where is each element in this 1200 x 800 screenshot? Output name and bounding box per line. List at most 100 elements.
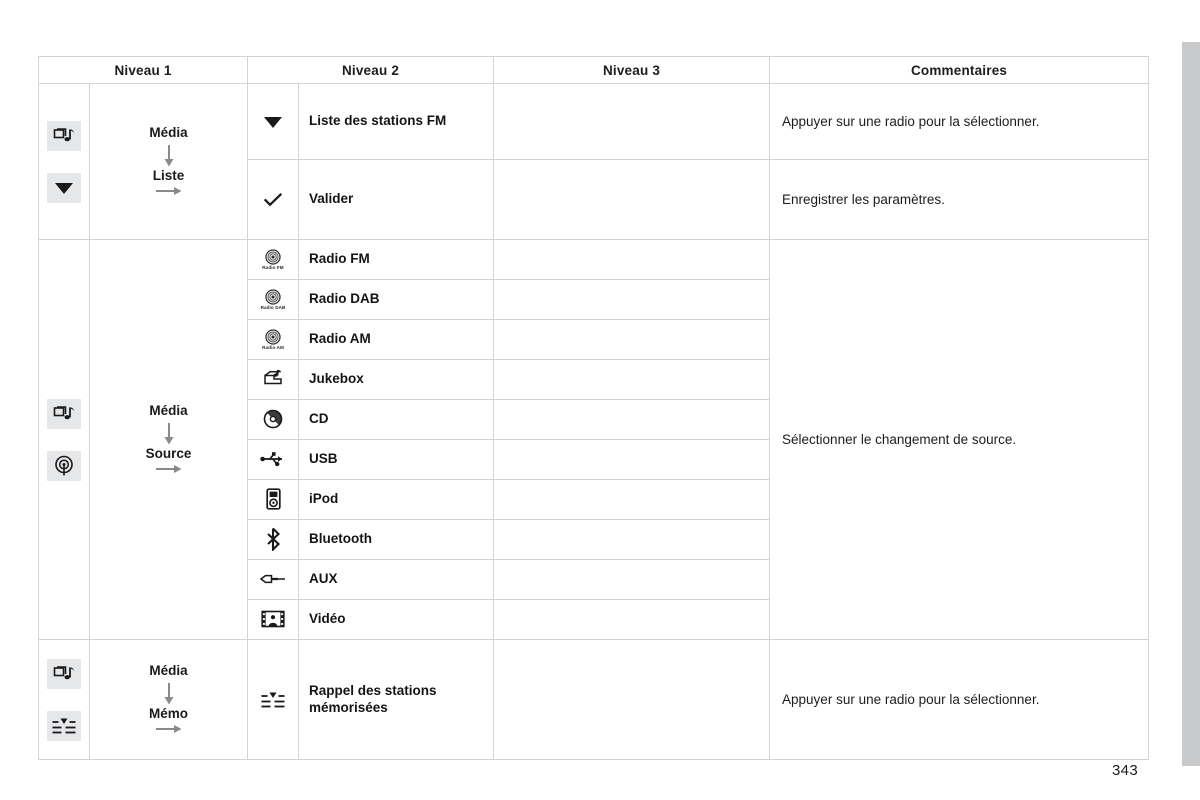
level2-icon-liste-stations-fm [247, 83, 300, 160]
level2-label-cell: CD [298, 399, 495, 440]
presets-icon [47, 710, 81, 741]
level2-label: Vidéo [309, 611, 346, 627]
table-row: Média Mémo Rappel des stations mémorisée… [38, 639, 1150, 760]
level3-cell [493, 599, 771, 640]
level2-label-cell: Liste des stations FM [298, 83, 495, 160]
level1-second-label: Liste [152, 168, 185, 183]
group-icons-media-liste [38, 83, 90, 240]
group-icons-media-memo [38, 639, 90, 760]
arrow-right-icon [155, 723, 183, 735]
level1-media-memo: Média Mémo [88, 639, 249, 760]
comment-cell: Sélectionner le changement de source. [769, 239, 1150, 640]
cd-icon [263, 409, 283, 429]
down-triangle-icon [264, 116, 283, 128]
level3-cell [493, 239, 771, 280]
jukebox-icon [264, 369, 282, 385]
level2-label: CD [309, 411, 329, 427]
source-antenna-icon [47, 450, 81, 481]
bluetooth-icon [267, 527, 281, 551]
level2-label: USB [309, 451, 338, 467]
menu-structure-table: Niveau 1 Niveau 2 Niveau 3 Commentaires [37, 56, 1150, 760]
ipod-icon [265, 488, 281, 510]
level1-first-label: Média [149, 403, 188, 419]
level3-cell [493, 479, 771, 520]
level2-label: Liste des stations FM [309, 113, 447, 129]
down-triangle-icon [47, 172, 81, 203]
level3-cell [493, 83, 771, 160]
level3-cell [493, 639, 771, 760]
level2-label: Bluetooth [309, 531, 373, 547]
table-row: Média Source Radio FM Radio FM Sélection… [38, 239, 1150, 640]
level2-icon-radio-am: Radio AM [247, 319, 300, 360]
level1-first-label: Média [149, 663, 188, 679]
level2-icon-ipod [247, 479, 300, 520]
level2-label-cell: Jukebox [298, 359, 495, 400]
table-row: Média Liste Liste des stations FM Appuye… [38, 83, 1150, 240]
level2-label: Radio FM [309, 251, 370, 267]
level3-cell [493, 319, 771, 360]
level2-icon-aux [247, 559, 300, 600]
check-icon [263, 192, 283, 206]
video-icon [261, 610, 285, 628]
level1-first-label: Média [149, 125, 188, 141]
level1-media-source: Média Source [88, 239, 249, 640]
level1-second-label: Mémo [149, 706, 189, 721]
level2-label: Rappel des stations mémorisées [309, 682, 437, 715]
arrow-right-icon [155, 463, 183, 475]
level2-label: Radio AM [309, 331, 371, 347]
level2-icon-bluetooth [247, 519, 300, 560]
icon-sublabel: Radio DAB [260, 304, 286, 310]
presets-icon [261, 692, 285, 707]
column-header-niveau-3: Niveau 3 [493, 56, 771, 84]
table-header-row: Niveau 1 Niveau 2 Niveau 3 Commentaires [37, 56, 1150, 84]
level2-label-cell: Radio FM [298, 239, 495, 280]
column-header-niveau-1: Niveau 1 [37, 56, 249, 84]
level2-label-cell: Bluetooth [298, 519, 495, 560]
level2-icon-radio-dab: Radio DAB [247, 279, 300, 320]
level3-cell [493, 559, 771, 600]
comment-text: Appuyer sur une radio pour la sélectionn… [782, 113, 1040, 129]
comment-cell: Enregistrer les paramètres. [769, 159, 1150, 240]
arrow-down-icon [162, 422, 176, 446]
level2-label-cell: USB [298, 439, 495, 480]
icon-sublabel: Radio AM [262, 344, 284, 350]
level2-label-cell: iPod [298, 479, 495, 520]
column-header-niveau-2: Niveau 2 [247, 56, 495, 84]
level2-label: Valider [309, 191, 354, 207]
comment-text: Sélectionner le changement de source. [782, 431, 1017, 447]
level2-label-cell: Vidéo [298, 599, 495, 640]
media-icon [47, 398, 81, 429]
radio-dab-icon [265, 289, 281, 305]
group-icons-media-source [38, 239, 90, 640]
right-edge-bar [1182, 42, 1200, 766]
level2-label: Jukebox [309, 371, 364, 387]
level2-icon-rappel-stations [247, 639, 300, 760]
level2-label-cell: Radio AM [298, 319, 495, 360]
page-number: 343 [1112, 762, 1138, 779]
table-header: Niveau 1 Niveau 2 Niveau 3 Commentaires [37, 56, 1150, 84]
usb-icon [260, 452, 283, 467]
column-header-commentaires: Commentaires [769, 56, 1150, 84]
arrow-down-icon [162, 682, 176, 706]
level2-label-cell: Valider [298, 159, 495, 240]
level3-cell [493, 279, 771, 320]
level2-label-cell: Rappel des stations mémorisées [298, 639, 495, 760]
comment-cell: Appuyer sur une radio pour la sélectionn… [769, 639, 1150, 760]
media-icon [47, 658, 81, 689]
level3-cell [493, 439, 771, 480]
manual-page: Niveau 1 Niveau 2 Niveau 3 Commentaires [0, 0, 1200, 800]
level3-cell [493, 359, 771, 400]
level2-label-cell: AUX [298, 559, 495, 600]
level1-second-label: Source [145, 446, 192, 461]
aux-jack-icon [259, 574, 286, 584]
level2-label: Radio DAB [309, 291, 380, 307]
level2-icon-video [247, 599, 300, 640]
level2-label-cell: Radio DAB [298, 279, 495, 320]
level3-cell [493, 399, 771, 440]
level3-cell [493, 159, 771, 240]
level2-icon-radio-fm: Radio FM [247, 239, 300, 280]
level3-cell [493, 519, 771, 560]
level2-label: iPod [309, 491, 339, 507]
level2-icon-jukebox [247, 359, 300, 400]
level2-icon-usb [247, 439, 300, 480]
